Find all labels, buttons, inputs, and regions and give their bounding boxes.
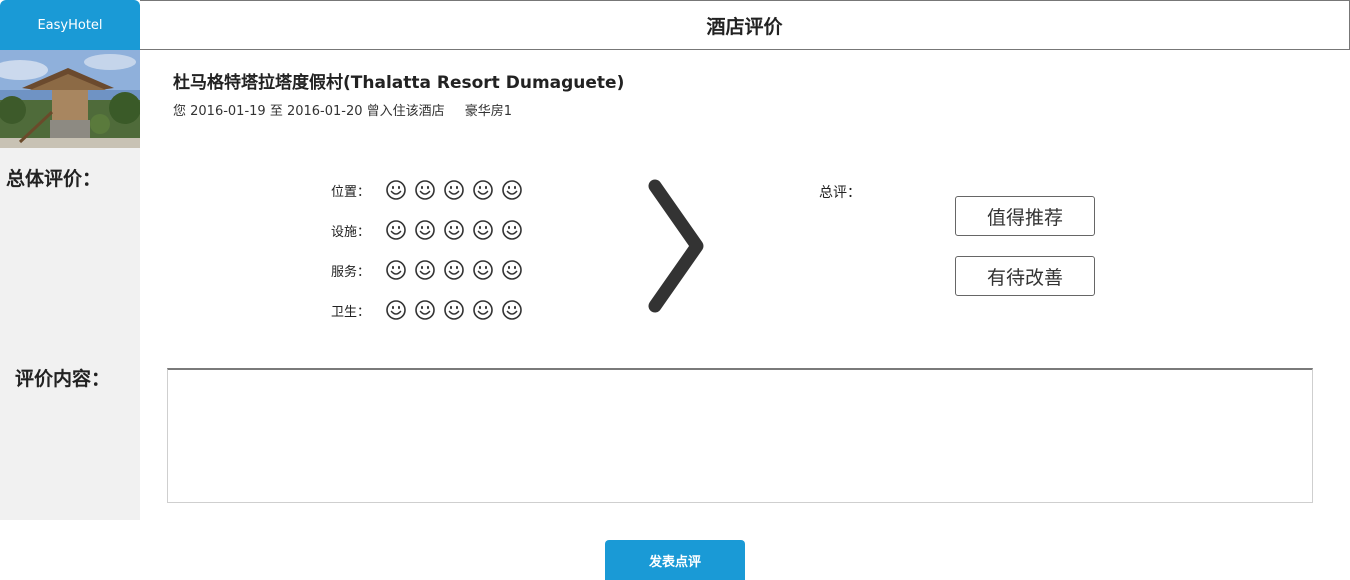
rating-faces-location [385,179,523,201]
hotel-photo-image [0,50,140,148]
stay-dates: 您 2016-01-19 至 2016-01-20 曾入住该酒店 [173,104,445,119]
hotel-photo [0,50,140,148]
hotel-name: 杜马格特塔拉塔度假村(Thalatta Resort Dumaguete) [173,73,625,93]
smiley-icon[interactable] [501,299,523,321]
recommend-button[interactable]: 值得推荐 [955,196,1095,236]
stay-info: 您 2016-01-19 至 2016-01-20 曾入住该酒店 豪华房1 [173,100,512,119]
rating-row-facilities: 设施： [331,218,523,242]
smiley-icon[interactable] [472,259,494,281]
overall-rating-heading: 总体评价： [6,168,102,190]
smiley-icon[interactable] [385,179,407,201]
rating-label-location: 位置： [331,184,371,200]
rating-label-hygiene: 卫生： [331,304,371,320]
smiley-icon[interactable] [501,219,523,241]
smiley-icon[interactable] [501,179,523,201]
smiley-icon[interactable] [443,179,465,201]
overall-label: 总评： [819,185,861,201]
smiley-icon[interactable] [501,259,523,281]
rating-row-service: 服务： [331,258,523,282]
smiley-icon[interactable] [385,299,407,321]
rating-faces-hygiene [385,299,523,321]
smiley-icon[interactable] [414,299,436,321]
smiley-icon[interactable] [414,219,436,241]
review-textarea[interactable] [167,368,1313,503]
rating-label-service: 服务： [331,264,371,280]
room-type: 豪华房1 [464,104,513,119]
rating-faces-facilities [385,219,523,241]
rating-faces-service [385,259,523,281]
smiley-icon[interactable] [443,219,465,241]
smiley-icon[interactable] [414,179,436,201]
smiley-icon[interactable] [443,299,465,321]
rating-label-facilities: 设施： [331,224,371,240]
smiley-icon[interactable] [414,259,436,281]
smiley-icon[interactable] [443,259,465,281]
page-title-text: 酒店评价 [706,15,783,38]
smiley-icon[interactable] [472,179,494,201]
chevron-right-icon [648,179,704,313]
smiley-icon[interactable] [385,219,407,241]
page-title: 酒店评价 [140,0,1350,50]
submit-review-button[interactable]: 发表点评 [605,540,745,580]
rating-row-location: 位置： [331,178,523,202]
smiley-icon[interactable] [472,219,494,241]
rating-row-hygiene: 卫生： [331,298,523,322]
smiley-icon[interactable] [472,299,494,321]
sidebar: 总体评价： 评价内容： [0,148,140,520]
needs-improvement-button[interactable]: 有待改善 [955,256,1095,296]
logo[interactable]: EasyHotel [0,0,140,50]
smiley-icon[interactable] [385,259,407,281]
review-content-heading: 评价内容： [15,368,111,390]
